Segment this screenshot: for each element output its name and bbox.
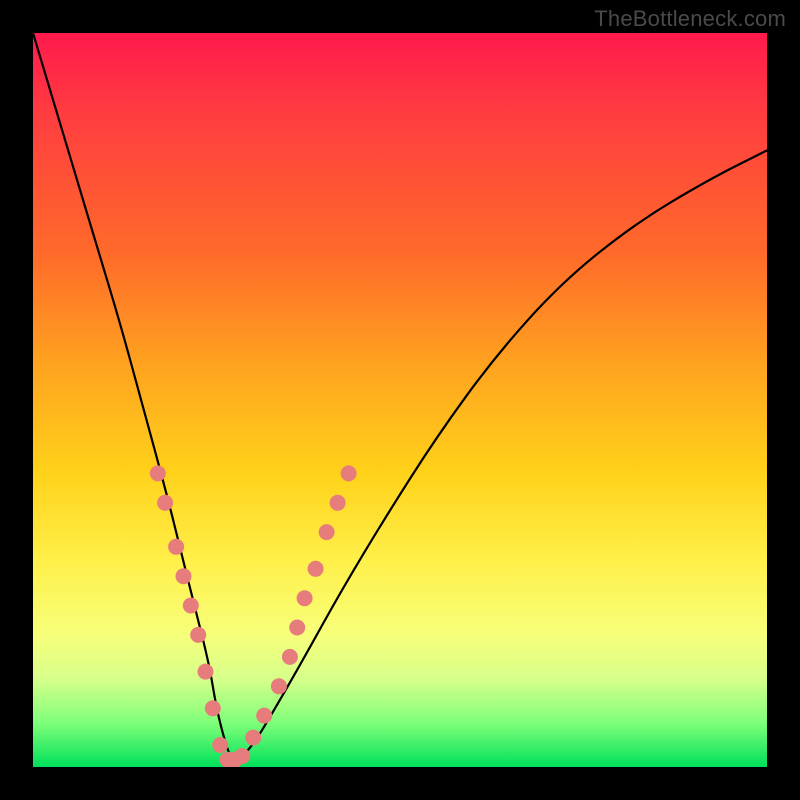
curve-layer	[33, 33, 767, 767]
highlight-dot	[183, 598, 199, 614]
highlight-dots	[150, 465, 357, 767]
watermark-text: TheBottleneck.com	[594, 6, 786, 32]
bottleneck-curve	[33, 33, 767, 760]
chart-frame: TheBottleneck.com	[0, 0, 800, 800]
plot-area	[33, 33, 767, 767]
highlight-dot	[176, 568, 192, 584]
highlight-dot	[198, 664, 214, 680]
highlight-dot	[319, 524, 335, 540]
highlight-dot	[256, 708, 272, 724]
highlight-dot	[341, 465, 357, 481]
highlight-dot	[190, 627, 206, 643]
highlight-dot	[308, 561, 324, 577]
highlight-dot	[271, 678, 287, 694]
highlight-dot	[157, 495, 173, 511]
highlight-dot	[289, 620, 305, 636]
highlight-dot	[150, 465, 166, 481]
highlight-dot	[282, 649, 298, 665]
highlight-dot	[234, 748, 250, 764]
highlight-dot	[245, 730, 261, 746]
highlight-dot	[297, 590, 313, 606]
highlight-dot	[212, 737, 228, 753]
highlight-dot	[205, 700, 221, 716]
highlight-dot	[330, 495, 346, 511]
highlight-dot	[168, 539, 184, 555]
